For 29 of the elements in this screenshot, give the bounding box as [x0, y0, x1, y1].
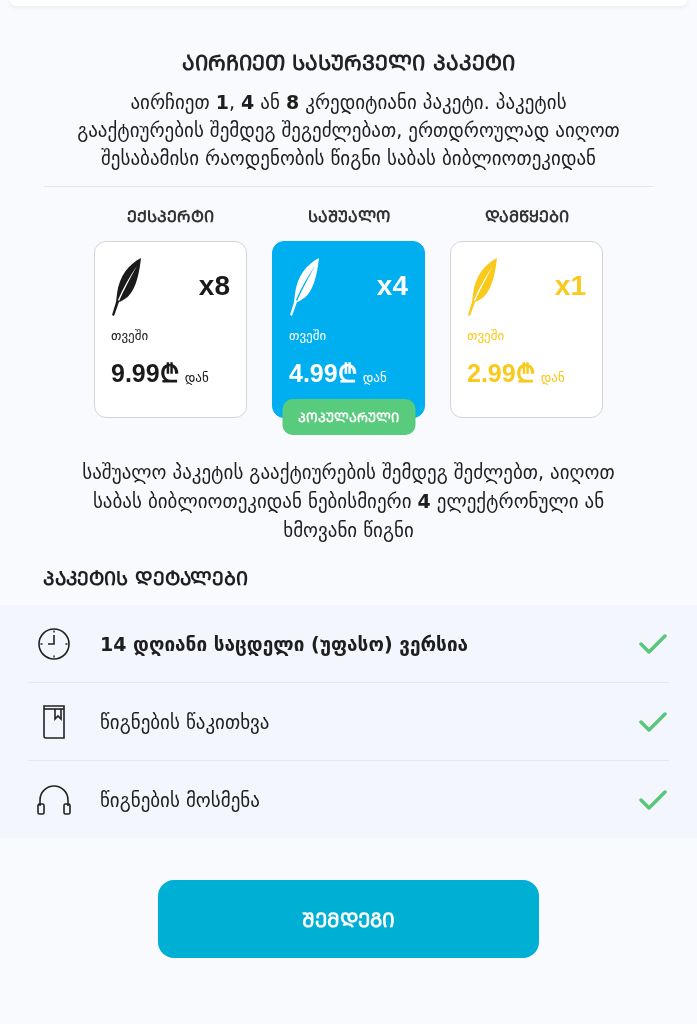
- book-icon: [40, 703, 68, 740]
- multiplier: x1: [554, 270, 586, 302]
- page-title: ᲐᲘᲠᲩᲘᲔᲗ ᲡᲐᲡᲣᲠᲕᲔᲚᲘ ᲞᲐᲙᲔᲢᲘ: [181, 50, 516, 76]
- multiplier: x4: [376, 270, 408, 302]
- package-card[interactable]: x1 თვეში 2.99₾ დან: [450, 241, 603, 418]
- price-suffix: დან: [184, 370, 209, 385]
- tier-label: ᲓᲐᲛᲬᲧᲔᲑᲘ: [484, 206, 569, 227]
- section-heading: ᲞᲐᲙᲔᲢᲘᲡ ᲓᲔᲢᲐᲚᲔᲑᲘ: [43, 566, 249, 591]
- price: 2.99₾: [467, 358, 535, 389]
- price: 4.99₾: [289, 358, 357, 389]
- feature-label: წიგნების მოსმენა: [100, 788, 261, 811]
- intro-text: აირჩიეთ 1, 4 ან 8 კრედიტიანი პაკეტი. პაკეტის გააქტიურების შემდეგ შეგეძლებათ, ერთდროულად აიღოთ შესაბამისი რაოდენობის წიგნი საბას ბიბლიოთეკიდან: [76, 90, 621, 172]
- package-info: საშუალო პაკეტის გააქტიურების შემდეგ შეძლებთ, აიღოთ საბას ბიბლიოთეკიდან ნებისმიერი 4 ელექტრონული ან ხმოვანი წიგნი: [81, 460, 616, 544]
- tier-label: ᲡᲐᲨᲣᲐᲚᲝ: [307, 206, 390, 227]
- package-card[interactable]: x8 თვეში 9.99₾ დან: [94, 241, 247, 418]
- price-suffix: დან: [540, 370, 565, 385]
- tier-label: ᲔᲥᲡᲞᲔᲠᲢᲘ: [127, 206, 214, 227]
- period-label: თვეში: [289, 328, 328, 343]
- price-suffix: დან: [362, 370, 387, 385]
- next-button[interactable]: ᲨᲔᲛᲓᲔᲒᲘ: [158, 880, 539, 958]
- feature-label: 14 დღიანი საცდელი (უფასო) ვერსია: [100, 632, 470, 655]
- headphones-icon: [36, 783, 72, 816]
- period-label: თვეში: [111, 328, 150, 343]
- feature-label: წიგნების წაკითხვა: [100, 710, 271, 733]
- popular-badge: ᲞᲝᲞᲣᲚᲐᲠᲣᲚᲘ: [282, 399, 415, 435]
- clock-icon: [37, 626, 71, 661]
- price: 9.99₾: [111, 358, 179, 389]
- period-label: თვეში: [467, 328, 506, 343]
- multiplier: x8: [198, 270, 230, 302]
